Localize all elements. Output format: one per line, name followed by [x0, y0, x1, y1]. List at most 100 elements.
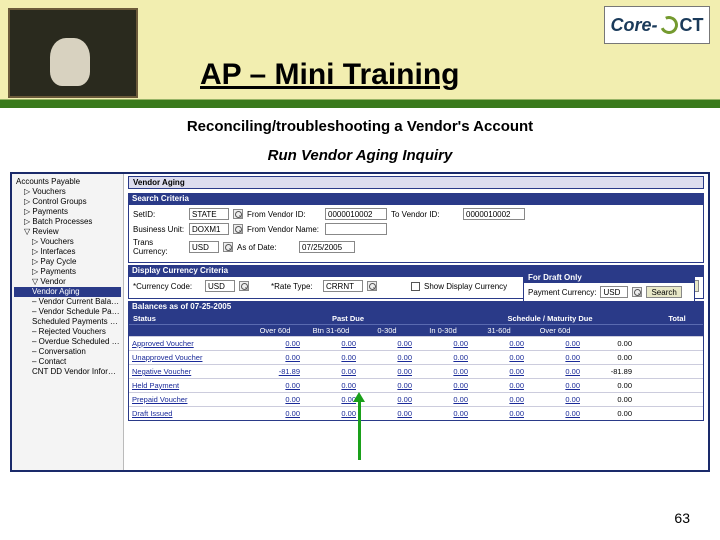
nav-item[interactable]: – Vendor Schedule Payment: [14, 307, 121, 317]
input-trans[interactable]: [189, 241, 219, 253]
status-cell[interactable]: Negative Voucher: [129, 365, 247, 378]
value-cell[interactable]: 0.00: [303, 379, 359, 392]
header-band: Core-CT AP – Mini Training: [0, 0, 720, 108]
value-cell[interactable]: 0.00: [415, 407, 471, 420]
table-row: Prepaid Voucher0.000.000.000.000.000.000…: [129, 392, 703, 406]
status-cell[interactable]: Draft Issued: [129, 407, 247, 420]
nav-item[interactable]: ▽ Review: [14, 227, 121, 237]
value-cell[interactable]: 0.00: [471, 379, 527, 392]
nav-item[interactable]: ▷ Vouchers: [14, 237, 121, 247]
value-cell[interactable]: 0.00: [415, 379, 471, 392]
value-cell[interactable]: 0.00: [247, 337, 303, 350]
balances-bar: Balances as of 07-25-2005: [128, 301, 704, 312]
input-from-vid[interactable]: [325, 208, 387, 220]
value-cell[interactable]: 0.00: [359, 407, 415, 420]
value-cell[interactable]: 0.00: [527, 337, 583, 350]
total-cell: 0.00: [583, 351, 635, 364]
value-cell[interactable]: 0.00: [415, 351, 471, 364]
input-rate-type[interactable]: [323, 280, 363, 292]
input-setid[interactable]: [189, 208, 229, 220]
status-cell[interactable]: Approved Voucher: [129, 337, 247, 350]
value-cell[interactable]: 0.00: [359, 379, 415, 392]
nav-item[interactable]: Scheduled Payments on Hold: [14, 317, 121, 327]
checkbox-show-disp-curr[interactable]: [411, 282, 420, 291]
value-cell[interactable]: 0.00: [471, 393, 527, 406]
label-to-vid: To Vendor ID:: [391, 210, 459, 219]
value-cell[interactable]: 0.00: [471, 365, 527, 378]
input-pay-curr[interactable]: [600, 286, 628, 298]
search-button[interactable]: Search: [646, 286, 681, 298]
nav-item[interactable]: ▷ Payments: [14, 267, 121, 277]
col-in0-30d: In 0-30d: [415, 325, 471, 336]
value-cell[interactable]: 0.00: [471, 351, 527, 364]
table-header-groups: Status Past Due Schedule / Maturity Due …: [129, 313, 703, 324]
input-bu[interactable]: [189, 223, 229, 235]
value-cell[interactable]: 0.00: [247, 379, 303, 392]
nav-item[interactable]: ▷ Payments: [14, 207, 121, 217]
value-cell[interactable]: 0.00: [471, 407, 527, 420]
lookup-icon[interactable]: [367, 281, 377, 291]
value-cell[interactable]: 0.00: [247, 393, 303, 406]
value-cell[interactable]: 0.00: [527, 407, 583, 420]
lookup-icon[interactable]: [233, 209, 243, 219]
page-number: 63: [674, 510, 690, 526]
value-cell[interactable]: 0.00: [303, 351, 359, 364]
value-cell[interactable]: 0.00: [303, 365, 359, 378]
value-cell[interactable]: 0.00: [527, 365, 583, 378]
nav-tree: Accounts Payable▷ Vouchers▷ Control Grou…: [12, 174, 124, 470]
nav-item[interactable]: – Overdue Scheduled Payments: [14, 337, 121, 347]
value-cell[interactable]: 0.00: [303, 337, 359, 350]
nav-item[interactable]: CNT DD Vendor Information: [14, 367, 121, 377]
nav-item[interactable]: – Contact: [14, 357, 121, 367]
label-curr-code: *Currency Code:: [133, 282, 201, 291]
value-cell[interactable]: 0.00: [527, 379, 583, 392]
label-trans: Trans Currency:: [133, 238, 185, 256]
nav-item[interactable]: ▷ Vouchers: [14, 187, 121, 197]
input-to-vid[interactable]: [463, 208, 525, 220]
status-cell[interactable]: Held Payment: [129, 379, 247, 392]
nav-item[interactable]: – Rejected Vouchers: [14, 327, 121, 337]
nav-item[interactable]: – Conversation: [14, 347, 121, 357]
nav-item[interactable]: Vendor Aging: [14, 287, 121, 297]
value-cell[interactable]: 0.00: [527, 393, 583, 406]
nav-item[interactable]: ▷ Pay Cycle: [14, 257, 121, 267]
draft-title: For Draft Only: [524, 272, 694, 283]
value-cell[interactable]: 0.00: [415, 365, 471, 378]
value-cell[interactable]: 0.00: [359, 365, 415, 378]
status-cell[interactable]: Prepaid Voucher: [129, 393, 247, 406]
value-cell[interactable]: 0.00: [303, 393, 359, 406]
value-cell[interactable]: 0.00: [471, 337, 527, 350]
value-cell[interactable]: 0.00: [527, 351, 583, 364]
status-cell[interactable]: Unapproved Voucher: [129, 351, 247, 364]
value-cell[interactable]: 0.00: [359, 351, 415, 364]
lookup-icon[interactable]: [632, 287, 642, 297]
value-cell[interactable]: 0.00: [415, 393, 471, 406]
input-from-vname[interactable]: [325, 223, 387, 235]
nav-item[interactable]: – Vendor Current Balance: [14, 297, 121, 307]
input-asof[interactable]: [299, 241, 355, 253]
nav-item[interactable]: Accounts Payable: [14, 177, 121, 187]
value-cell[interactable]: 0.00: [247, 351, 303, 364]
nav-item[interactable]: ▷ Control Groups: [14, 197, 121, 207]
value-cell[interactable]: 0.00: [359, 393, 415, 406]
value-cell[interactable]: 0.00: [247, 407, 303, 420]
lookup-icon[interactable]: [239, 281, 249, 291]
chalkboard-image: [8, 8, 138, 98]
value-cell[interactable]: 0.00: [359, 337, 415, 350]
slide-title: AP – Mini Training: [200, 58, 459, 92]
value-cell[interactable]: 0.00: [303, 407, 359, 420]
table-body: Approved Voucher0.000.000.000.000.000.00…: [129, 336, 703, 420]
total-cell: 0.00: [583, 407, 635, 420]
label-from-vname: From Vendor Name:: [247, 225, 321, 234]
nav-item[interactable]: ▷ Batch Processes: [14, 217, 121, 227]
nav-item[interactable]: ▽ Vendor: [14, 277, 121, 287]
nav-item[interactable]: ▷ Interfaces: [14, 247, 121, 257]
value-cell[interactable]: 0.00: [415, 337, 471, 350]
lookup-icon[interactable]: [223, 242, 233, 252]
value-cell[interactable]: -81.89: [247, 365, 303, 378]
input-curr-code[interactable]: [205, 280, 235, 292]
lookup-icon[interactable]: [233, 224, 243, 234]
label-rate-type: *Rate Type:: [271, 282, 319, 291]
search-criteria-bar: Search Criteria: [128, 193, 704, 204]
table-row: Draft Issued0.000.000.000.000.000.000.00: [129, 406, 703, 420]
